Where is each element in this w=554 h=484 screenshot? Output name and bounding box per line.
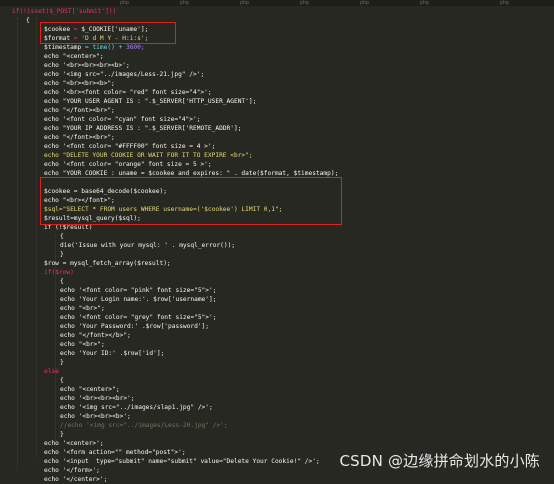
code-line: { [60,377,64,384]
watermark: CSDN @边缘拼命划水的小陈 [339,452,540,470]
code-line: echo '<font color= "cyan" font size="4">… [44,116,201,123]
code-line: echo '<input type="submit" name="submit"… [44,458,320,465]
code-line: echo "YOUR COOKIE : uname = $cookee and … [44,170,339,177]
code-line: echo "DELETE YOUR COOKIE OR WAIT FOR IT … [44,152,253,159]
code-line: echo '<br><font color= "red" font size="… [44,89,212,96]
code-token: $timestamp [44,44,82,51]
code-line: { [60,233,64,240]
highlight-box-cookie [40,22,176,44]
code-line: $row = mysql_fetch_array($result); [44,260,171,267]
editor-tab[interactable]: php [300,0,309,6]
editor-tab[interactable]: php [420,0,429,6]
code-line: echo '<font color= "grey" font size="5">… [60,314,217,321]
editor-tab[interactable]: php [500,0,509,6]
code-line: echo '<br><br><b>'; [60,413,131,420]
code-line: echo '<br><br><br><b>'; [44,62,130,69]
highlight-box-sql [40,177,342,225]
code-line: echo '</form>'; [44,467,100,474]
code-line: echo "</font><br>"; [44,107,115,114]
code-line: } [60,359,64,366]
code-line: } [60,431,64,438]
code-line: echo 'Your ID:' .$row['id']; [60,350,165,357]
code-editor[interactable]: if(!isset($_POST['submit'])) { $cookee =… [0,7,554,483]
code-token: = time() + [81,44,126,51]
code-line: echo '<img src="../images/Less-21.jpg" /… [44,71,205,78]
code-line: echo "</font><br>"; [44,134,115,141]
code-line: echo '<img src="../images/slap1.jpg" />'… [60,404,213,411]
code-line: echo '<font color= "#FFFF00" font size =… [44,143,216,150]
code-line: else [44,368,59,375]
code-line: if($row) [44,269,74,276]
code-line: echo '<font color= "pink" font size="5">… [60,287,217,294]
code-line: echo '<br><br><br>'; [60,395,135,402]
code-line: echo "<center>"; [44,53,104,60]
editor-tab[interactable]: php [240,0,249,6]
code-line: echo "<center>"; [60,386,120,393]
code-line: echo 'Your Login name:'. $row['username'… [60,296,217,303]
code-line: echo 'Your Password:' .$row['password']; [60,323,210,330]
editor-tab[interactable]: php [120,0,129,6]
code-line: echo '<center>'; [44,440,104,447]
code-line: } [60,251,64,258]
code-line: echo '<font color= "orange" font size = … [44,161,212,168]
code-line: echo "YOUR IP ADDRESS IS : ".$_SERVER['R… [44,125,242,132]
code-token: 3600; [125,44,145,51]
code-line: echo "<br><br><b>"; [44,80,115,87]
code-line: echo "<br>"; [60,305,105,312]
code-line: echo '<form action="" method="post">'; [44,449,186,456]
code-line: echo "</font></b>"; [60,332,131,339]
editor-tab[interactable]: php [180,0,189,6]
code-line: if(!isset($_POST['submit'])) [12,8,117,15]
code-line: echo "YOUR USER AGENT IS : ".$_SERVER['H… [44,98,257,105]
code-line: if (!$result) [44,224,93,231]
code-line: { [26,17,30,24]
code-line: { [60,278,64,285]
editor-tab-bar: php php php php php php php [0,0,554,6]
code-line: die('Issue with your mysql: ' . mysql_er… [60,242,236,249]
editor-tab[interactable]: php [360,0,369,6]
code-line: //echo '<img src="../images/Less-20.jpg"… [60,422,228,429]
code-line: echo "<br>"; [60,341,105,348]
